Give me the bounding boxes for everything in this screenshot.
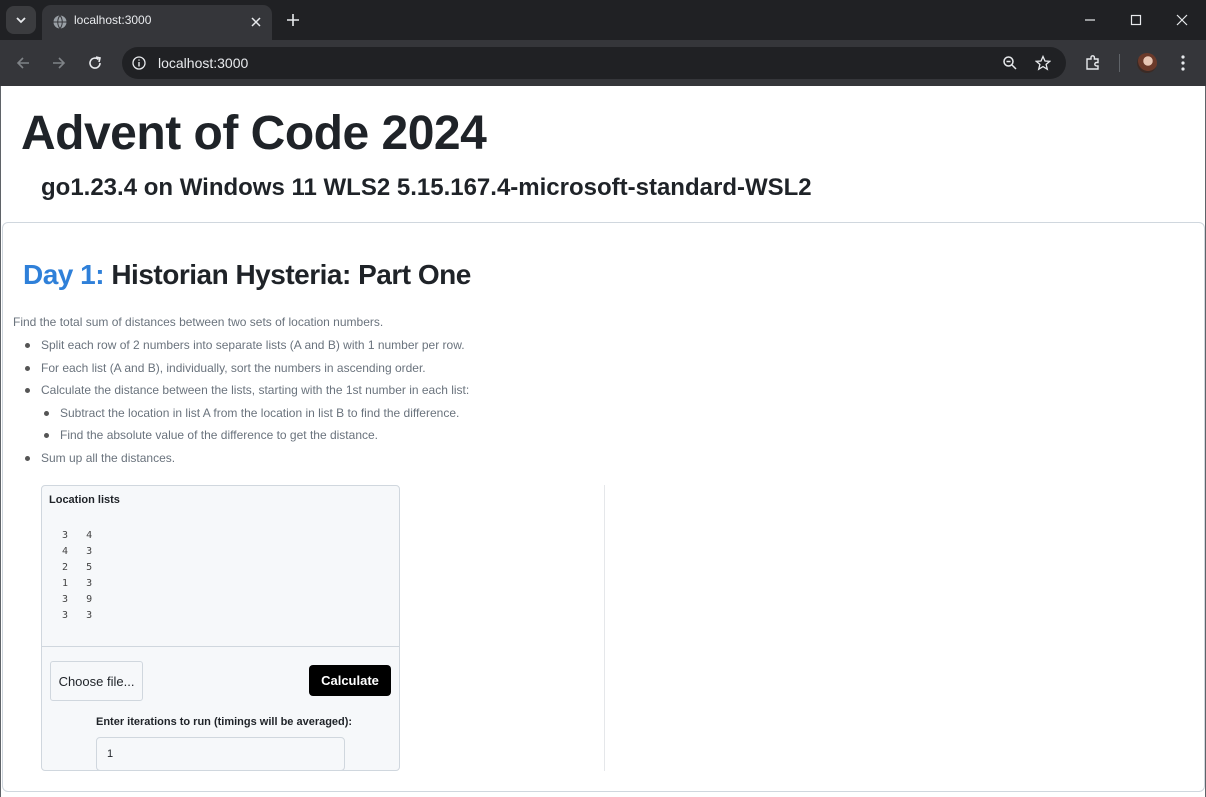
close-icon [1176, 14, 1188, 26]
list-item: Sum up all the distances. [13, 450, 713, 473]
location-lists-textarea[interactable]: 3 4 4 3 2 5 1 3 3 9 3 3 [42, 516, 399, 647]
url-text[interactable]: localhost:3000 [158, 55, 248, 71]
iterations-label: Enter iterations to run (timings will be… [96, 716, 353, 728]
input-form: Location lists 3 4 4 3 2 5 1 3 3 9 3 3 C… [41, 485, 400, 771]
close-window-button[interactable] [1162, 6, 1202, 34]
extensions-icon[interactable] [1082, 52, 1104, 74]
puzzle-heading: Day 1: Historian Hysteria: Part One [23, 259, 471, 291]
column-divider [604, 485, 605, 771]
iterations-input[interactable]: 1 [96, 737, 345, 770]
puzzle-name: Historian Hysteria: Part One [111, 259, 471, 290]
textarea-line: 3 9 [62, 594, 93, 605]
puzzle-card: Day 1: Historian Hysteria: Part One Find… [2, 222, 1205, 792]
choose-file-button[interactable]: Choose file... [50, 661, 143, 701]
list-item: For each list (A and B), individually, s… [13, 360, 713, 383]
list-item: Subtract the location in list A from the… [13, 405, 713, 428]
menu-kebab-icon[interactable] [1172, 52, 1194, 74]
page-title: Advent of Code 2024 [21, 107, 487, 160]
site-info-icon[interactable] [130, 54, 148, 72]
reload-button[interactable] [82, 50, 108, 76]
forward-button[interactable] [46, 50, 72, 76]
bookmark-star-icon[interactable] [1033, 53, 1053, 73]
list-item: Find the absolute value of the differenc… [13, 427, 713, 450]
new-tab-button[interactable] [282, 9, 304, 31]
reload-icon [89, 56, 101, 69]
list-item: Calculate the distance between the lists… [13, 382, 713, 405]
plus-icon [287, 14, 299, 26]
textarea-line: 3 4 [62, 530, 93, 541]
page-subtitle: go1.23.4 on Windows 11 WLS2 5.15.167.4-m… [41, 174, 812, 201]
textarea-line: 4 3 [62, 546, 93, 557]
zoom-icon[interactable] [1000, 53, 1020, 73]
list-item: Split each row of 2 numbers into separat… [13, 337, 713, 360]
arrow-right-icon [53, 57, 66, 69]
day-label: Day 1: [23, 259, 105, 290]
toolbar-separator [1119, 54, 1120, 72]
puzzle-steps: Split each row of 2 numbers into separat… [13, 337, 713, 472]
minimize-icon [1085, 19, 1095, 21]
globe-icon [53, 15, 67, 29]
tab-search-button[interactable] [6, 6, 36, 34]
maximize-icon [1130, 14, 1142, 26]
textarea-line: 1 3 [62, 578, 93, 589]
chevron-down-icon [16, 17, 26, 24]
back-button[interactable] [10, 50, 36, 76]
puzzle-description: Find the total sum of distances between … [13, 315, 384, 329]
textarea-line: 2 5 [62, 562, 93, 573]
arrow-left-icon [16, 57, 29, 69]
textarea-line: 3 3 [62, 610, 93, 621]
browser-tab[interactable]: localhost:3000 [42, 5, 272, 40]
browser-toolbar: localhost:3000 [0, 40, 1206, 86]
page-content: Advent of Code 2024 go1.23.4 on Windows … [0, 86, 1206, 797]
profile-avatar[interactable] [1137, 53, 1157, 73]
tab-title: localhost:3000 [74, 13, 152, 27]
minimize-button[interactable] [1070, 6, 1110, 34]
close-tab-icon[interactable] [247, 13, 265, 31]
calculate-button[interactable]: Calculate [309, 665, 391, 696]
address-bar[interactable]: localhost:3000 [122, 47, 1066, 79]
browser-titlebar: localhost:3000 [0, 0, 1206, 40]
maximize-button[interactable] [1116, 6, 1156, 34]
location-lists-label: Location lists [49, 494, 120, 506]
